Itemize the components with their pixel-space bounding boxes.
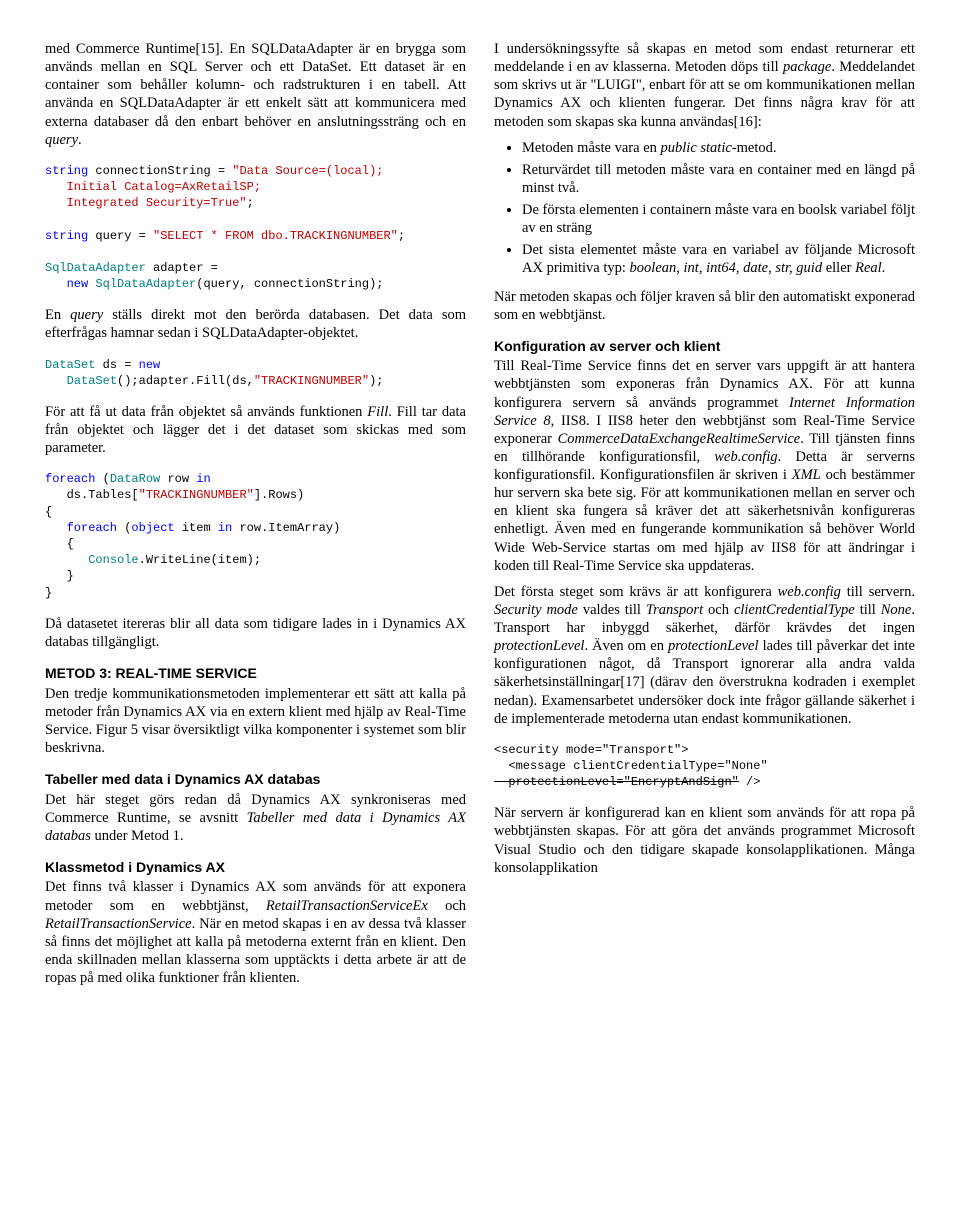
- list-item: Det sista elementet måste vara en variab…: [522, 241, 915, 277]
- heading-method-3: METOD 3: REAL-TIME SERVICE: [45, 665, 466, 683]
- paragraph: När metoden skapas och följer kraven så …: [494, 288, 915, 324]
- two-column-layout: med Commerce Runtime[15]. En SQLDataAdap…: [45, 40, 915, 995]
- left-column: med Commerce Runtime[15]. En SQLDataAdap…: [45, 40, 466, 995]
- body-text: under Metod 1.: [91, 828, 184, 844]
- term-fill: Fill: [367, 404, 388, 420]
- term-query: query: [70, 307, 103, 323]
- classname: RetailTransactionServiceEx: [266, 898, 428, 914]
- code-block-3: foreach (DataRow row in ds.Tables["TRACK…: [45, 471, 466, 601]
- body-text: ställs direkt mot den berörda databasen.…: [45, 307, 466, 341]
- code-block-1: string connectionString = "Data Source=(…: [45, 163, 466, 293]
- list-item: De första elementen i containern måste v…: [522, 201, 915, 237]
- body-text: En: [45, 307, 70, 323]
- paragraph: Det första steget som krävs är att konfi…: [494, 583, 915, 728]
- term-query: query: [45, 132, 78, 148]
- list-item: Returvärdet till metoden måste vara en c…: [522, 161, 915, 197]
- body-text: och: [428, 898, 466, 914]
- paragraph: För att få ut data från objektet så anvä…: [45, 403, 466, 457]
- paragraph: med Commerce Runtime[15]. En SQLDataAdap…: [45, 40, 466, 149]
- body-text: För att få ut data från objektet så anvä…: [45, 404, 367, 420]
- paragraph: Det finns två klasser i Dynamics AX som …: [45, 878, 466, 987]
- paragraph: Det här steget görs redan då Dynamics AX…: [45, 791, 466, 845]
- code-block-2: DataSet ds = new DataSet();adapter.Fill(…: [45, 357, 466, 389]
- code-block-4: <security mode="Transport"> <message cli…: [494, 742, 915, 791]
- paragraph: Den tredje kommunikationsmetoden impleme…: [45, 685, 466, 758]
- heading-tables: Tabeller med data i Dynamics AX databas: [45, 771, 466, 789]
- body-text: .: [78, 132, 82, 148]
- list-item: Metoden måste vara en public static-meto…: [522, 139, 915, 157]
- body-text: med Commerce Runtime[15]. En SQLDataAdap…: [45, 41, 466, 130]
- paragraph: I undersökningssyfte så skapas en metod …: [494, 40, 915, 131]
- right-column: I undersökningssyfte så skapas en metod …: [494, 40, 915, 995]
- heading-config: Konfiguration av server och klient: [494, 338, 915, 356]
- classname: RetailTransactionService: [45, 916, 192, 932]
- term-package: package: [783, 59, 831, 75]
- requirements-list: Metoden måste vara en public static-meto…: [494, 139, 915, 278]
- paragraph: En query ställs direkt mot den berörda d…: [45, 306, 466, 342]
- paragraph: Till Real-Time Service finns det en serv…: [494, 357, 915, 575]
- heading-classmethod: Klassmetod i Dynamics AX: [45, 859, 466, 877]
- paragraph: När servern är konfigurerad kan en klien…: [494, 804, 915, 877]
- paragraph: Då datasetet itereras blir all data som …: [45, 615, 466, 651]
